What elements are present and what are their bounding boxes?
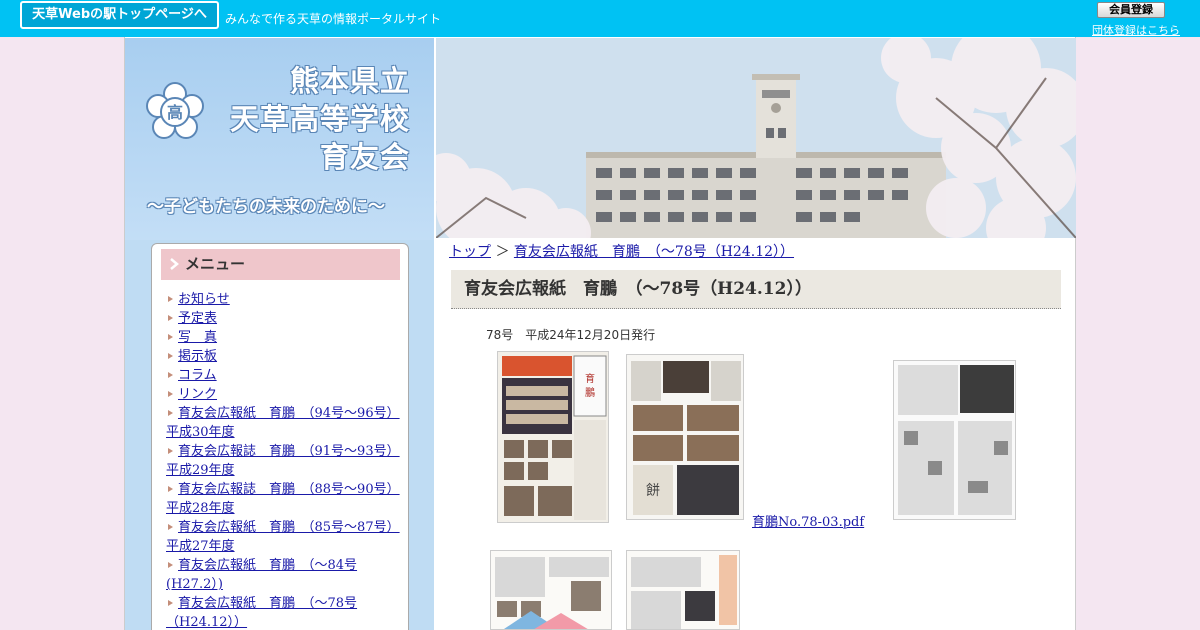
menu-link-column[interactable]: コラム: [178, 368, 217, 383]
sidebar: メニュー お知らせ 予定表 写 真 掲示板 コラム リンク 育友会広報紙 育鵬 …: [125, 240, 434, 630]
newsletter-page-1-thumbnail[interactable]: 育 鵬: [497, 351, 609, 523]
site-logo-panel[interactable]: 高 熊本県立 天草高等学校 育友会 〜子どもたちの未来のために〜: [125, 38, 434, 240]
newsletter-page-4-thumbnail[interactable]: [490, 550, 612, 630]
group-register-link[interactable]: 団体登録はこちら: [1092, 22, 1180, 38]
svg-text:高: 高: [167, 103, 183, 122]
breadcrumb-current-link[interactable]: 育友会広報紙 育鵬 （～78号（H24.12））: [514, 244, 794, 260]
issue-note: 78号 平成24年12月20日発行: [486, 328, 656, 342]
site-title-line-2: 天草高等学校: [229, 102, 410, 136]
menu-link-paper-94-96-year: 平成30年度: [166, 425, 235, 440]
menu-link-board[interactable]: 掲示板: [178, 349, 217, 364]
menu-item-paper-88-90: 育友会広報誌 育鵬 （88号～90号） 平成28年度: [166, 480, 406, 518]
menu-link-paper-85-87-year: 平成27年度: [166, 539, 235, 554]
menu-link-paper-to-84-date: (H27.2）): [166, 577, 223, 592]
page-frame: 高 熊本県立 天草高等学校 育友会 〜子どもたちの未来のために〜 メニュー お知…: [124, 37, 1076, 630]
menu-item-board: 掲示板: [166, 347, 406, 366]
menu-link-paper-91-93[interactable]: 育友会広報誌 育鵬 （91号～93号） 平成29年度: [166, 444, 400, 478]
menu-link-paper-88-90[interactable]: 育友会広報誌 育鵬 （88号～90号） 平成28年度: [166, 482, 400, 516]
menu-link-paper-to-78-date: （H24.12））: [166, 615, 248, 630]
page-title: 育友会広報紙 育鵬 （～78号（H24.12））: [451, 270, 1061, 309]
menu-link-paper-91-93-year: 平成29年度: [166, 463, 235, 478]
menu-item-news: お知らせ: [166, 290, 406, 309]
menu-item-paper-94-96: 育友会広報紙 育鵬 （94号～96号） 平成30年度: [166, 404, 406, 442]
site-title-line-1: 熊本県立: [289, 64, 410, 98]
menu-link-paper-91-93-label: 育友会広報誌 育鵬 （91号～93号）: [178, 444, 400, 459]
menu-link-paper-85-87-label: 育友会広報紙 育鵬 （85号～87号）: [178, 520, 400, 535]
pdf-download-link[interactable]: 育鵬No.78-03.pdf: [752, 511, 864, 530]
menu-link-paper-to-78[interactable]: 育友会広報紙 育鵬 （～78号 （H24.12））: [166, 596, 358, 630]
site-slogan: 〜子どもたちの未来のために〜: [147, 197, 385, 217]
menu-link-paper-to-84-label: 育友会広報紙 育鵬 （～84号: [178, 558, 358, 573]
newsletter-page-5-thumbnail[interactable]: [626, 550, 740, 630]
menu-item-paper-to-84: 育友会広報紙 育鵬 （～84号 (H27.2）): [166, 556, 406, 594]
menu-heading: メニュー: [161, 249, 400, 280]
menu-item-paper-85-87: 育友会広報紙 育鵬 （85号～87号） 平成27年度: [166, 518, 406, 556]
newsletter-page-2-thumbnail[interactable]: 餅: [626, 354, 744, 520]
menu-link-paper-85-87[interactable]: 育友会広報紙 育鵬 （85号～87号） 平成27年度: [166, 520, 400, 554]
newsletter-page-3-thumbnail[interactable]: [893, 360, 1016, 520]
portal-home-button[interactable]: 天草Webの駅トップページへ: [20, 1, 219, 29]
school-seal-icon: 高: [146, 82, 204, 139]
member-register-button[interactable]: 会員登録: [1097, 2, 1165, 18]
menu-item-paper-91-93: 育友会広報誌 育鵬 （91号～93号） 平成29年度: [166, 442, 406, 480]
breadcrumb-separator: ＞: [495, 244, 510, 260]
menu-item-paper-to-78: 育友会広報紙 育鵬 （～78号 （H24.12））: [166, 594, 406, 630]
header-school-photo: [436, 38, 1076, 238]
menu-link-paper-88-90-year: 平成28年度: [166, 501, 235, 516]
breadcrumb-top-link[interactable]: トップ: [449, 244, 491, 260]
menu-link-news[interactable]: お知らせ: [178, 292, 230, 307]
menu-link-schedule[interactable]: 予定表: [178, 311, 217, 326]
menu-item-schedule: 予定表: [166, 309, 406, 328]
menu-item-column: コラム: [166, 366, 406, 385]
menu-list: お知らせ 予定表 写 真 掲示板 コラム リンク 育友会広報紙 育鵬 （94号～…: [166, 290, 406, 630]
menu-link-links[interactable]: リンク: [178, 387, 217, 402]
menu-box: メニュー お知らせ 予定表 写 真 掲示板 コラム リンク 育友会広報紙 育鵬 …: [151, 243, 409, 630]
svg-text:育: 育: [585, 372, 595, 385]
site-title-line-3: 育友会: [319, 140, 410, 174]
menu-link-paper-to-78-label: 育友会広報紙 育鵬 （～78号: [178, 596, 358, 611]
menu-arrow-icon: [170, 258, 179, 270]
breadcrumb: トップ ＞ 育友会広報紙 育鵬 （～78号（H24.12））: [449, 241, 794, 261]
menu-link-paper-94-96[interactable]: 育友会広報紙 育鵬 （94号～96号） 平成30年度: [166, 406, 400, 440]
svg-text:鵬: 鵬: [585, 386, 595, 399]
portal-tagline: みんなで作る天草の情報ポータルサイト: [225, 12, 442, 26]
menu-item-links: リンク: [166, 385, 406, 404]
menu-link-paper-94-96-label: 育友会広報紙 育鵬 （94号～96号）: [178, 406, 400, 421]
svg-text:餅: 餅: [646, 482, 660, 499]
menu-item-photos: 写 真: [166, 328, 406, 347]
menu-heading-label: メニュー: [185, 255, 246, 273]
top-bar: 天草Webの駅トップページへ みんなで作る天草の情報ポータルサイト 会員登録 団…: [0, 0, 1200, 37]
menu-link-paper-88-90-label: 育友会広報誌 育鵬 （88号～90号）: [178, 482, 400, 497]
menu-link-photos[interactable]: 写 真: [178, 330, 217, 345]
menu-link-paper-to-84[interactable]: 育友会広報紙 育鵬 （～84号 (H27.2）): [166, 558, 358, 592]
